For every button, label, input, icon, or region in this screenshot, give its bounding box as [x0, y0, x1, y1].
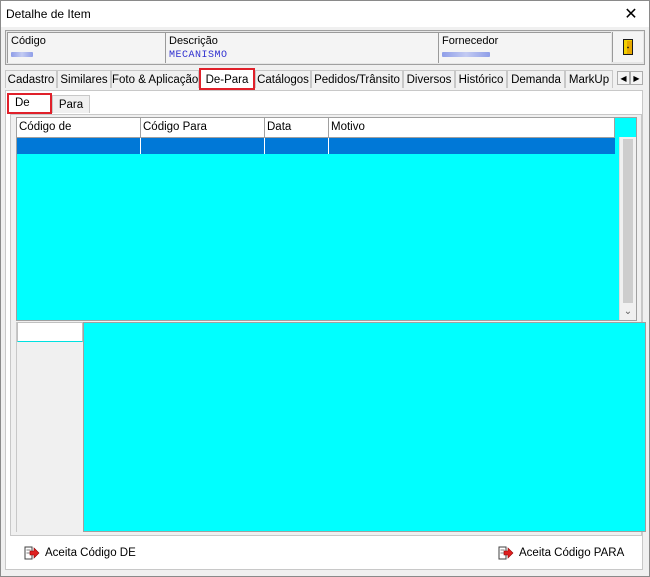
subtab-de[interactable]: De	[7, 93, 52, 114]
title-bar: Detalhe de Item ✕	[1, 1, 649, 27]
tab-foto-aplicacao[interactable]: Foto & Aplicação	[111, 70, 199, 88]
subtab-para[interactable]: Para	[52, 95, 90, 113]
tab-similares[interactable]: Similares	[57, 70, 111, 88]
tab-scroll-left-button[interactable]: ◀	[617, 71, 630, 85]
detalhe-item-window: Detalhe de Item ✕ Código Descrição MECAN…	[0, 0, 650, 577]
column-header-data[interactable]: Data	[265, 118, 329, 137]
grid-header-filler	[615, 118, 628, 137]
tab-scroll-right-button[interactable]: ▶	[630, 71, 643, 85]
descricao-cell: Descrição MECANISMO	[165, 32, 438, 63]
grid-vertical-scrollbar[interactable]: ⌄	[619, 137, 636, 320]
accept-para-label: Aceita Código PARA	[519, 547, 625, 559]
fornecedor-cell: Fornecedor	[438, 32, 611, 63]
detail-grid-area	[16, 322, 646, 532]
scrollbar-thumb[interactable]	[623, 139, 633, 303]
de-para-tab-panel: De Para Código de Código Para Data Motiv…	[5, 90, 646, 570]
table-cell	[265, 138, 329, 154]
detail-grid[interactable]	[83, 322, 646, 532]
tab-demanda[interactable]: Demanda	[507, 70, 565, 88]
column-header-motivo[interactable]: Motivo	[329, 118, 615, 137]
grid-header: Código de Código Para Data Motivo	[17, 118, 615, 138]
exit-button[interactable]	[612, 32, 643, 62]
de-subpanel: Código de Código Para Data Motivo ⌄	[10, 114, 646, 536]
window-title: Detalhe de Item	[6, 7, 91, 21]
table-cell	[17, 138, 141, 154]
accept-de-button[interactable]: Aceita Código DE	[24, 544, 136, 562]
exit-door-icon	[623, 39, 633, 55]
fornecedor-label: Fornecedor	[442, 35, 499, 47]
accept-de-label: Aceita Código DE	[45, 547, 136, 559]
tab-cadastro[interactable]: Cadastro	[5, 70, 57, 88]
descricao-value: MECANISMO	[169, 50, 228, 61]
tab-catalogos[interactable]: Catálogos	[255, 70, 311, 88]
arrow-into-document-icon	[498, 546, 514, 560]
column-header-codigo-para[interactable]: Código Para	[141, 118, 265, 137]
close-button[interactable]: ✕	[613, 1, 649, 27]
accept-para-button[interactable]: Aceita Código PARA	[498, 544, 624, 562]
main-tab-strip: Cadastro Similares Foto & Aplicação De-P…	[5, 68, 643, 90]
table-cell	[141, 138, 265, 154]
chevron-down-icon[interactable]: ⌄	[620, 305, 636, 319]
descricao-label: Descrição	[169, 35, 218, 47]
tab-historico[interactable]: Histórico	[455, 70, 507, 88]
detail-left-input[interactable]	[17, 322, 83, 342]
tab-markup[interactable]: MarkUp	[565, 70, 613, 88]
table-cell	[329, 138, 615, 154]
detail-left-column	[16, 322, 83, 532]
codigo-cell: Código	[7, 32, 165, 63]
codigo-value	[11, 50, 33, 61]
arrow-right-icon: ▶	[633, 74, 640, 83]
tab-diversos[interactable]: Diversos	[403, 70, 455, 88]
fornecedor-value	[442, 50, 490, 61]
table-row-selected[interactable]	[17, 138, 615, 154]
arrow-left-icon: ◀	[620, 74, 627, 83]
item-header-panel: Código Descrição MECANISMO Fornecedor	[5, 30, 645, 65]
de-para-grid[interactable]: Código de Código Para Data Motivo ⌄	[16, 117, 637, 321]
codigo-label: Código	[11, 35, 46, 47]
tab-pedidos-transito[interactable]: Pedidos/Trânsito	[311, 70, 403, 88]
arrow-into-document-icon	[24, 546, 40, 560]
column-header-codigo-de[interactable]: Código de	[17, 118, 141, 137]
close-icon: ✕	[624, 6, 638, 23]
tab-de-para[interactable]: De-Para	[199, 68, 255, 90]
